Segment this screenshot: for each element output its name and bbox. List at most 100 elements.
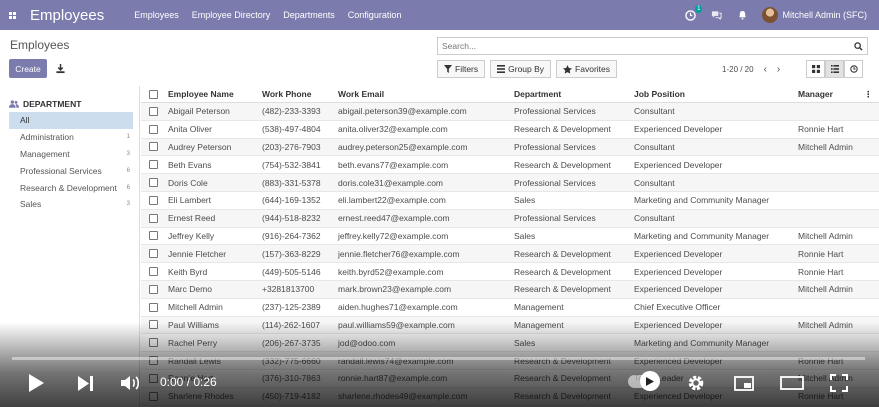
table-row[interactable]: Anita Oliver (538)-497-4804 anita.oliver32… xyxy=(141,121,879,139)
column-work-phone[interactable]: Work Phone xyxy=(259,89,335,99)
cell-work-phone: (538)-497-4804 xyxy=(262,124,321,135)
table-row[interactable]: Beth Evans (754)-532-3841 beth.evans77@exa… xyxy=(141,156,879,175)
user-menu[interactable]: Mitchell Admin (SFC) xyxy=(762,7,867,23)
theater-mode-icon[interactable] xyxy=(778,368,806,398)
table-row[interactable]: Ernest Reed (944)-518-8232 ernest.reed47@e… xyxy=(141,209,879,228)
menu-departments[interactable]: Departments xyxy=(283,10,335,20)
messages-icon[interactable] xyxy=(710,9,722,21)
column-department[interactable]: Department xyxy=(511,89,631,99)
sidebar-item-administration[interactable]: Administration 1 xyxy=(0,129,139,146)
table-row[interactable]: Audrey Peterson (203)-276-7903 audrey.pete… xyxy=(141,138,879,157)
sidebar-item-count: 3 xyxy=(126,201,130,208)
top-navbar: Employees Employees Employee Directory D… xyxy=(0,0,879,30)
filter-icon xyxy=(444,65,452,73)
activity-clock-icon[interactable]: 1 xyxy=(684,5,703,21)
cell-department: Research & Development xyxy=(514,124,611,135)
fullscreen-icon[interactable] xyxy=(826,368,852,398)
row-checkbox[interactable] xyxy=(141,124,165,134)
cell-manager: Ronnie Hart xyxy=(798,248,844,259)
sidebar-item-management[interactable]: Management 3 xyxy=(0,146,139,163)
group-by-button[interactable]: Group By xyxy=(490,60,552,78)
menu-employee-directory[interactable]: Employee Directory xyxy=(192,10,271,20)
cell-work-email: ernest.reed47@example.com xyxy=(338,213,450,224)
app-title[interactable]: Employees xyxy=(30,7,104,24)
cell-manager: Ronnie Hart xyxy=(798,266,844,277)
download-icon[interactable] xyxy=(51,59,69,78)
create-button[interactable]: Create xyxy=(9,59,47,78)
notification-bell-icon[interactable] xyxy=(736,9,748,21)
sidebar-item-all[interactable]: All xyxy=(9,112,133,129)
sidebar-item-sales[interactable]: Sales 3 xyxy=(0,196,139,213)
row-checkbox[interactable] xyxy=(141,142,165,152)
cell-work-email: anita.oliver32@example.com xyxy=(338,124,448,135)
column-job-position[interactable]: Job Position xyxy=(631,89,795,99)
table-row[interactable]: Mitchell Admin (237)-125-2389 aiden.hughes… xyxy=(141,299,879,317)
search-icon[interactable] xyxy=(849,41,867,51)
cell-work-phone: (644)-169-1352 xyxy=(262,195,321,206)
table-row[interactable]: Doris Cole (883)-331-5378 doris.cole31@exa… xyxy=(141,174,879,192)
table-row[interactable]: Marc Demo +3281813700 mark.brown23@example… xyxy=(141,280,879,299)
column-manager[interactable]: Manager xyxy=(795,89,861,99)
table-row[interactable]: Jennie Fletcher (157)-363-8229 jennie.flet… xyxy=(141,245,879,264)
search-input[interactable] xyxy=(442,41,849,51)
video-progress-bar[interactable] xyxy=(12,357,865,360)
row-checkbox[interactable] xyxy=(141,302,165,312)
sidebar-item-label: Management xyxy=(20,148,70,159)
cell-work-email: abigail.peterson39@example.com xyxy=(338,106,467,117)
cell-employee-name: Abigail Peterson xyxy=(168,106,230,117)
kanban-view-icon[interactable] xyxy=(806,60,825,78)
cell-work-email: beth.evans77@example.com xyxy=(338,159,449,170)
activity-badge: 1 xyxy=(695,5,703,13)
pager-previous-icon[interactable]: ‹ xyxy=(764,64,767,75)
cell-job-position: Marketing and Community Manager xyxy=(634,230,770,241)
cell-department: Professional Services xyxy=(514,213,596,224)
row-checkbox[interactable] xyxy=(141,106,165,116)
autoplay-play-icon[interactable] xyxy=(640,371,660,391)
pager-value[interactable]: 1-20 / 20 xyxy=(722,65,754,74)
row-checkbox[interactable] xyxy=(141,213,165,223)
row-checkbox[interactable] xyxy=(141,195,165,205)
main-menu: Employees Employee Directory Departments… xyxy=(134,10,401,20)
cell-department: Professional Services xyxy=(514,177,596,188)
table-row[interactable]: Keith Byrd (449)-505-5146 keith.byrd52@exa… xyxy=(141,263,879,281)
cell-work-phone: (916)-264-7362 xyxy=(262,230,321,241)
user-avatar xyxy=(762,7,779,23)
cell-employee-name: Eli Lambert xyxy=(168,195,211,206)
next-icon[interactable] xyxy=(73,368,97,398)
miniplayer-icon[interactable] xyxy=(731,368,757,398)
row-checkbox[interactable] xyxy=(141,160,165,170)
cell-employee-name: Mitchell Admin xyxy=(168,302,223,313)
settings-gear-icon[interactable] xyxy=(684,368,708,398)
table-row[interactable]: Jeffrey Kelly (916)-264-7362 jeffrey.kelly… xyxy=(141,228,879,246)
cell-work-phone: (883)-331-5378 xyxy=(262,177,321,188)
filters-button[interactable]: Filters xyxy=(437,60,486,78)
cell-department: Sales xyxy=(514,230,536,241)
cell-job-position: Experienced Developer xyxy=(634,266,723,277)
table-row[interactable]: Eli Lambert (644)-169-1352 eli.lambert22@e… xyxy=(141,192,879,210)
list-view-icon[interactable] xyxy=(825,60,844,78)
play-icon[interactable] xyxy=(24,368,48,398)
menu-employees[interactable]: Employees xyxy=(134,10,179,20)
row-checkbox[interactable] xyxy=(141,178,165,188)
sidebar-item-professional-services[interactable]: Professional Services 6 xyxy=(0,162,139,179)
cell-work-phone: (203)-276-7903 xyxy=(262,141,321,152)
cell-department: Sales xyxy=(514,195,536,206)
menu-configuration[interactable]: Configuration xyxy=(348,10,402,20)
volume-icon[interactable] xyxy=(118,368,144,398)
optional-columns-icon[interactable]: ⋮ xyxy=(861,89,871,100)
apps-menu-icon[interactable] xyxy=(0,0,24,30)
select-all-checkbox[interactable] xyxy=(141,89,165,99)
sidebar-item-label: Sales xyxy=(20,199,42,210)
column-work-email[interactable]: Work Email xyxy=(335,89,511,99)
cell-job-position: Marketing and Community Manager xyxy=(634,195,770,206)
activity-view-icon[interactable] xyxy=(844,60,863,78)
row-checkbox[interactable] xyxy=(141,284,165,294)
table-row[interactable]: Abigail Peterson (482)-233-3393 abigail.pe… xyxy=(141,103,879,121)
row-checkbox[interactable] xyxy=(141,267,165,277)
sidebar-item-research-development[interactable]: Research & Development 6 xyxy=(0,179,139,196)
row-checkbox[interactable] xyxy=(141,231,165,241)
row-checkbox[interactable] xyxy=(141,249,165,259)
favorites-button[interactable]: Favorites xyxy=(556,60,618,78)
pager-next-icon[interactable]: › xyxy=(777,64,780,75)
column-employee-name[interactable]: Employee Name xyxy=(165,89,259,99)
